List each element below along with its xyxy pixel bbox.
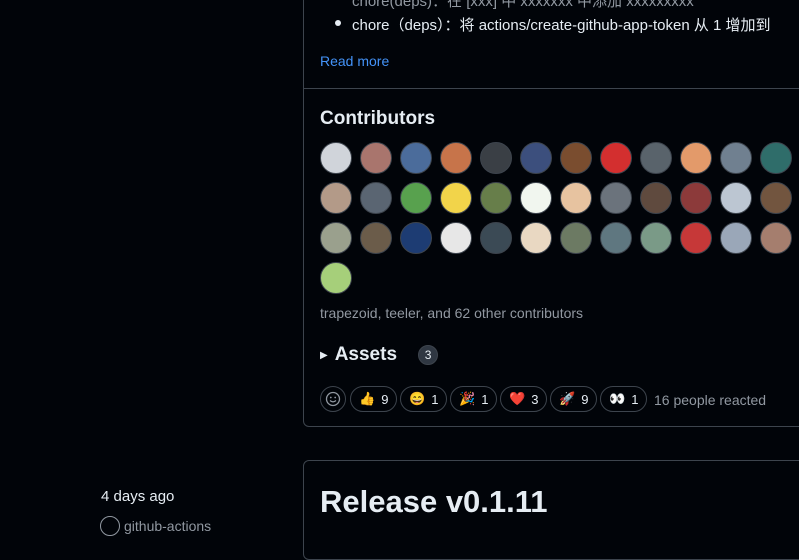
release-title[interactable]: Release v0.1.11	[320, 484, 548, 520]
reaction-count: 1	[431, 391, 439, 407]
assets-label: Assets	[334, 344, 398, 365]
contributor-avatar-12[interactable]	[760, 142, 792, 174]
contributor-avatar-17[interactable]	[480, 182, 512, 214]
rocket-icon: 🚀	[559, 391, 576, 406]
reaction-count: 1	[481, 391, 489, 407]
read-more-link[interactable]: Read more	[320, 53, 389, 69]
contributor-avatar-29[interactable]	[480, 222, 512, 254]
contributor-avatar-10[interactable]	[680, 142, 712, 174]
reaction-count: 9	[381, 391, 389, 407]
contributor-avatar-23[interactable]	[720, 182, 752, 214]
contributor-avatar-33[interactable]	[640, 222, 672, 254]
reactions-summary: 16 people reacted	[654, 392, 767, 408]
reaction-rocket[interactable]: 🚀 9	[550, 386, 598, 412]
assets-count-badge: 3	[418, 345, 439, 365]
section-divider	[304, 88, 799, 89]
release-note-partial-line: chore(deps)：在 [xxx] 中 xxxxxxx 中添加 xxxxxx…	[352, 0, 694, 10]
contributor-avatar-24[interactable]	[760, 182, 792, 214]
contributor-avatar-21[interactable]	[640, 182, 672, 214]
contributor-avatar-1[interactable]	[320, 142, 352, 174]
contributor-avatar-32[interactable]	[600, 222, 632, 254]
contributor-avatar-26[interactable]	[360, 222, 392, 254]
contributor-avatar-13[interactable]	[320, 182, 352, 214]
contributor-avatar-25[interactable]	[320, 222, 352, 254]
contributor-avatar-15[interactable]	[400, 182, 432, 214]
contributors-summary[interactable]: trapezoid, teeler, and 62 other contribu…	[320, 305, 583, 321]
contributor-avatar-19[interactable]	[560, 182, 592, 214]
reaction-thumbs-up[interactable]: 👍 9	[350, 386, 398, 412]
contributor-avatar-16[interactable]	[440, 182, 472, 214]
reaction-heart[interactable]: ❤️ 3	[500, 386, 548, 412]
laugh-icon: 😄	[409, 391, 426, 406]
reaction-laugh[interactable]: 😄 1	[400, 386, 448, 412]
contributor-avatar-36[interactable]	[760, 222, 792, 254]
reaction-count: 1	[631, 391, 639, 407]
release-date: 4 days ago	[101, 488, 175, 505]
contributor-avatar-14[interactable]	[360, 182, 392, 214]
eyes-icon: 👀	[609, 391, 626, 406]
contributor-avatar-37[interactable]	[320, 262, 352, 294]
contributor-avatar-7[interactable]	[560, 142, 592, 174]
contributor-avatar-35[interactable]	[720, 222, 752, 254]
thumbs-up-icon: 👍	[359, 391, 376, 406]
release-author[interactable]: github-actions	[100, 516, 211, 536]
party-popper-icon: 🎉	[459, 391, 476, 406]
contributor-avatar-5[interactable]	[480, 142, 512, 174]
contributor-avatar-3[interactable]	[400, 142, 432, 174]
author-name: github-actions	[124, 518, 212, 534]
contributor-avatar-28[interactable]	[440, 222, 472, 254]
contributor-avatar-6[interactable]	[520, 142, 552, 174]
contributor-avatar-9[interactable]	[640, 142, 672, 174]
contributor-avatar-8[interactable]	[600, 142, 632, 174]
contributor-avatar-20[interactable]	[600, 182, 632, 214]
contributors-heading: Contributors	[320, 108, 436, 129]
contributor-avatar-31[interactable]	[560, 222, 592, 254]
contributor-avatar-27[interactable]	[400, 222, 432, 254]
contributor-avatar-2[interactable]	[360, 142, 392, 174]
smiley-icon	[325, 391, 341, 407]
contributor-avatar-4[interactable]	[440, 142, 472, 174]
contributor-avatar-18[interactable]	[520, 182, 552, 214]
triangle-right-icon: ▶	[320, 349, 328, 361]
reaction-hooray[interactable]: 🎉 1	[450, 386, 498, 412]
reaction-eyes[interactable]: 👀 1	[600, 386, 648, 412]
assets-toggle[interactable]: ▶ Assets 3	[320, 344, 439, 366]
contributor-avatar-11[interactable]	[720, 142, 752, 174]
reaction-count: 9	[581, 391, 589, 407]
contributor-avatar-30[interactable]	[520, 222, 552, 254]
contributor-avatar-22[interactable]	[680, 182, 712, 214]
github-actions-avatar-icon	[100, 516, 120, 536]
add-reaction-button[interactable]	[320, 386, 346, 412]
heart-icon: ❤️	[509, 391, 526, 406]
contributor-avatar-34[interactable]	[680, 222, 712, 254]
release-note-bullet: chore（deps）：将 actions/create-github-app-…	[335, 14, 771, 35]
reaction-count: 3	[531, 391, 539, 407]
